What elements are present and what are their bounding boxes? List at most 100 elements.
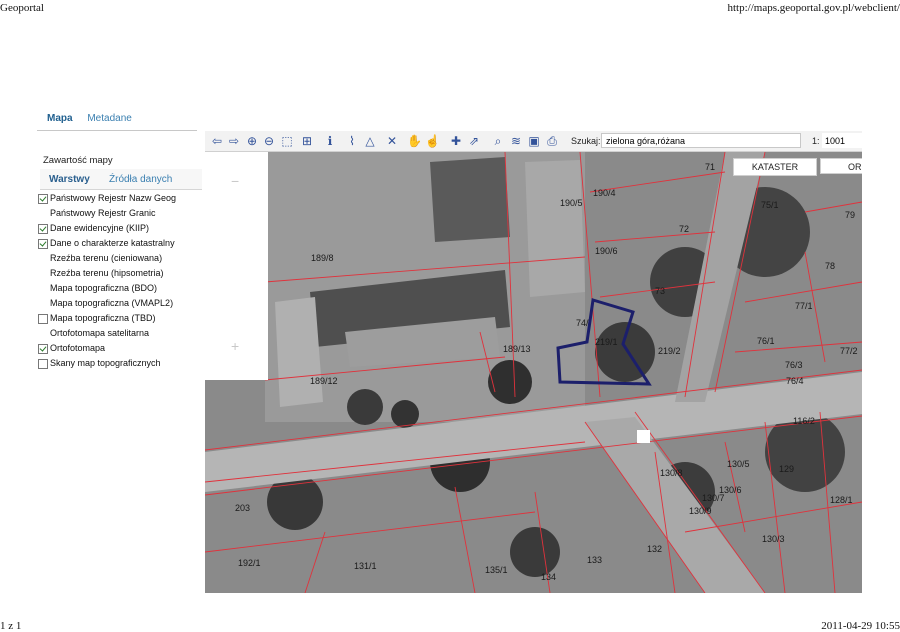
panel-divider	[37, 130, 197, 131]
layer-item[interactable]: Państwowy Rejestr Granic	[29, 207, 201, 222]
print-icon[interactable]: ⎙	[545, 134, 559, 148]
layer-item[interactable]: Dane o charakterze katastralny	[29, 237, 201, 252]
map-view[interactable]: − + KATASTER OR 71 190/4 190/5 75/1 79 72 189/…	[205, 152, 862, 593]
layer-item[interactable]: Mapa topograficzna (BDO)	[29, 282, 201, 297]
back-arrow-icon[interactable]: ⇦	[210, 134, 224, 148]
parcel-label: 128/1	[830, 495, 853, 505]
layer-label: Mapa topograficzna (BDO)	[50, 283, 158, 293]
layer-item[interactable]: Skany map topograficznych	[29, 357, 201, 372]
layer-label: Ortofotomapa	[50, 343, 106, 353]
building	[275, 297, 323, 407]
layer-checkbox[interactable]	[38, 239, 48, 249]
zoom-in-button[interactable]: +	[231, 338, 239, 354]
parcel-label: 192/1	[238, 558, 261, 568]
tab-zrodla-danych[interactable]: Źródła danych	[109, 174, 172, 185]
layer-item[interactable]: Rzeźba terenu (cieniowana)	[29, 252, 201, 267]
parcel-label: 189/8	[311, 253, 334, 263]
parcel-label: 219/2	[658, 346, 681, 356]
save-icon[interactable]: ▣	[527, 134, 541, 148]
layer-label: Skany map topograficznych	[50, 358, 161, 368]
layer-item[interactable]: Państwowy Rejestr Nazw Geog	[29, 192, 201, 207]
parcel-label: 189/12	[310, 376, 338, 386]
layer-checkbox[interactable]	[38, 314, 48, 324]
parcel-label: 130/5	[727, 459, 750, 469]
parcel-label: 72	[679, 224, 690, 234]
layers-icon[interactable]: ≋	[509, 134, 523, 148]
parcel-label: 190/5	[560, 198, 583, 208]
layer-item[interactable]: Mapa topograficzna (TBD)	[29, 312, 201, 327]
orto-button[interactable]: OR	[820, 158, 862, 174]
layer-list: Państwowy Rejestr Nazw Geog Państwowy Rej…	[29, 192, 201, 372]
panel-subtabs: Warstwy Źródła danych	[40, 169, 202, 190]
print-footer-datetime: 2011-04-29 10:55	[821, 620, 900, 632]
tab-warstwy[interactable]: Warstwy	[49, 174, 90, 185]
tab-metadane[interactable]: Metadane	[87, 113, 131, 124]
scale-label: 1:	[812, 136, 820, 146]
zoom-panel: − +	[205, 152, 268, 380]
layer-label: Dane o charakterze katastralny	[50, 238, 175, 248]
print-footer-page: 1 z 1	[0, 620, 22, 632]
kataster-button[interactable]: KATASTER	[733, 158, 817, 176]
parcel-label: 219/1	[595, 337, 618, 347]
parcel-label: 130/9	[689, 506, 712, 516]
parcel-label: 189/13	[503, 344, 531, 354]
print-header-url: http://maps.geoportal.gov.pl/webclient/	[727, 2, 900, 14]
building	[430, 157, 510, 242]
forward-arrow-icon[interactable]: ⇨	[227, 134, 241, 148]
parcel-label: 76/1	[757, 336, 775, 346]
search-map-icon[interactable]: ⌕	[491, 134, 505, 148]
parcel-label: 132	[647, 544, 663, 554]
pan-hand-icon[interactable]: ✋	[407, 134, 422, 148]
parcel-label: 134	[541, 572, 557, 582]
main-tabs: Mapa Metadane	[47, 113, 144, 124]
layer-label: Rzeźba terenu (cieniowana)	[50, 253, 163, 263]
layer-label: Ortofotomapa satelitarna	[50, 328, 150, 338]
parcel-label: 190/6	[595, 246, 618, 256]
zoom-out-icon[interactable]: ⊖	[262, 134, 276, 148]
export-icon[interactable]: ⇗	[467, 134, 481, 148]
parcel-label: 71	[705, 162, 716, 172]
search-label: Szukaj:	[571, 136, 601, 146]
full-extent-icon[interactable]: ⊞	[300, 134, 314, 148]
info-icon[interactable]: ℹ	[323, 134, 337, 148]
layer-item[interactable]: Rzeźba terenu (hipsometria)	[29, 267, 201, 282]
layer-item[interactable]: Dane ewidencyjne (KIIP)	[29, 222, 201, 237]
layer-item[interactable]: Ortofotomapa satelitarna	[29, 327, 201, 342]
layer-label: Mapa topograficzna (TBD)	[50, 313, 156, 323]
print-header-title: Geoportal	[0, 2, 44, 14]
search-input[interactable]	[601, 133, 801, 148]
add-layer-icon[interactable]: ✚	[449, 134, 463, 148]
parcel-label: 79	[845, 210, 856, 220]
parcel-label: 130/8	[660, 468, 683, 478]
parcel-label: 203	[235, 503, 251, 513]
layer-checkbox[interactable]	[38, 224, 48, 234]
layer-checkbox[interactable]	[38, 344, 48, 354]
parcel-label: 130/7	[702, 493, 725, 503]
layer-item[interactable]: Ortofotomapa	[29, 342, 201, 357]
layer-checkbox[interactable]	[38, 194, 48, 204]
measure-distance-icon[interactable]: ⌇	[345, 134, 359, 148]
parcel-label: 116/2	[793, 416, 815, 426]
layer-checkbox[interactable]	[38, 359, 48, 369]
parcel-label: 73	[655, 286, 666, 296]
layer-label: Rzeźba terenu (hipsometria)	[50, 268, 164, 278]
layer-label: Dane ewidencyjne (KIIP)	[50, 223, 150, 233]
parcel-label: 190/4	[593, 188, 616, 198]
layer-label: Mapa topograficzna (VMAPL2)	[50, 298, 174, 308]
measure-area-icon[interactable]: △	[363, 134, 377, 148]
parcel-label: 77/2	[840, 346, 858, 356]
parcel-label: 77/1	[795, 301, 813, 311]
parcel-label: 131/1	[354, 561, 377, 571]
zoom-box-icon[interactable]: ⬚	[280, 134, 294, 148]
layer-label: Państwowy Rejestr Granic	[50, 208, 156, 218]
clear-measure-icon[interactable]: ✕	[385, 134, 399, 148]
zoom-in-icon[interactable]: ⊕	[245, 134, 259, 148]
select-hand-icon[interactable]: ☝	[425, 134, 440, 148]
parcel-label: 135/1	[485, 565, 508, 575]
parcel-label: 75/1	[761, 200, 779, 210]
scale-input[interactable]	[822, 133, 862, 148]
zoom-out-button[interactable]: −	[231, 173, 239, 189]
location-marker	[637, 430, 650, 443]
layer-item[interactable]: Mapa topograficzna (VMAPL2)	[29, 297, 201, 312]
tab-mapa[interactable]: Mapa	[47, 113, 73, 124]
